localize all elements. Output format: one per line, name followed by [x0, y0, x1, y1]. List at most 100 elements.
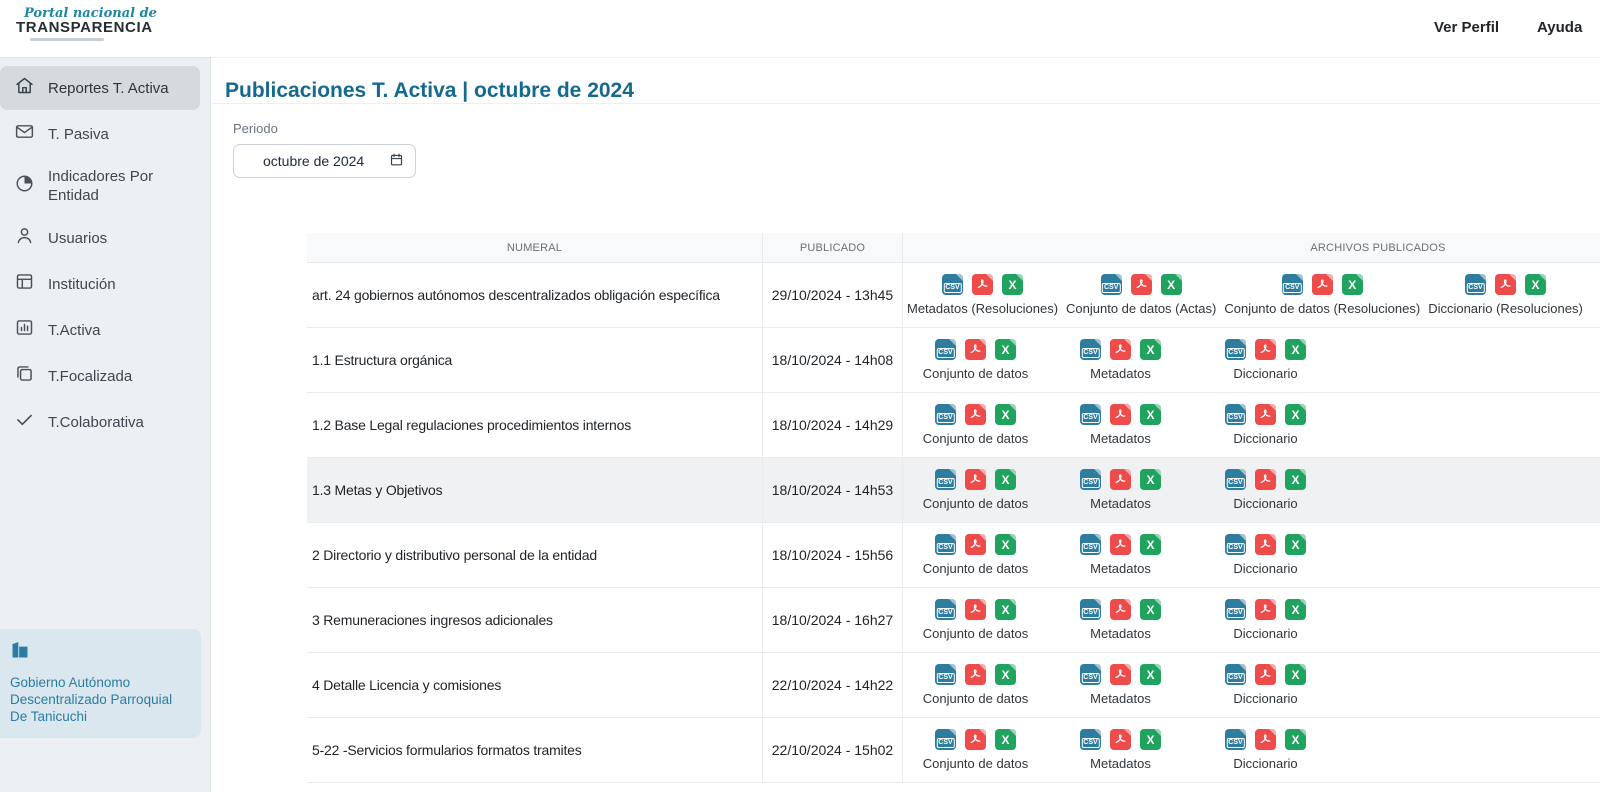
xls-file-icon[interactable]: X	[995, 339, 1016, 360]
csv-file-icon[interactable]: CSV	[1080, 404, 1101, 425]
pdf-file-icon[interactable]	[1255, 534, 1276, 555]
csv-file-icon[interactable]: CSV	[935, 469, 956, 490]
xls-file-icon[interactable]: X	[995, 729, 1016, 750]
ayuda-button[interactable]: Ayuda	[1537, 19, 1582, 36]
period-input[interactable]: octubre de 2024	[233, 144, 416, 178]
pdf-file-icon[interactable]	[1110, 664, 1131, 685]
calendar-icon[interactable]	[389, 152, 404, 170]
pdf-file-icon[interactable]	[1255, 339, 1276, 360]
pdf-file-icon[interactable]	[965, 664, 986, 685]
table-row: 1.1 Estructura orgánica18/10/2024 - 14h0…	[307, 328, 1600, 393]
csv-file-icon[interactable]: CSV	[1225, 664, 1246, 685]
xls-file-icon[interactable]: X	[995, 469, 1016, 490]
csv-file-icon[interactable]: CSV	[1080, 469, 1101, 490]
file-group: CSVXDiccionario	[1193, 404, 1338, 446]
xls-file-icon[interactable]: X	[995, 599, 1016, 620]
xls-file-icon[interactable]: X	[1285, 339, 1306, 360]
csv-file-icon[interactable]: CSV	[942, 274, 963, 295]
pdf-file-icon[interactable]	[1312, 274, 1333, 295]
xls-file-icon[interactable]: X	[1140, 729, 1161, 750]
sidebar-item-indicadores-por-entidad[interactable]: Indicadores Por Entidad	[0, 158, 200, 214]
csv-file-icon[interactable]: CSV	[935, 729, 956, 750]
csv-file-icon[interactable]: CSV	[1225, 534, 1246, 555]
sidebar-item-t-colaborativa[interactable]: T.Colaborativa	[0, 400, 200, 444]
pdf-file-icon[interactable]	[1255, 599, 1276, 620]
pdf-file-icon[interactable]	[965, 339, 986, 360]
csv-file-icon[interactable]: CSV	[935, 664, 956, 685]
xls-file-icon[interactable]: X	[995, 534, 1016, 555]
ver-perfil-button[interactable]: Ver Perfil	[1434, 19, 1499, 36]
pdf-file-icon[interactable]	[1110, 339, 1131, 360]
csv-file-icon[interactable]: CSV	[1225, 729, 1246, 750]
pdf-file-icon[interactable]	[965, 404, 986, 425]
logo-brand-text: TRANSPARENCIA	[16, 20, 157, 36]
sidebar-item-t-pasiva[interactable]: T. Pasiva	[0, 112, 200, 156]
pdf-file-icon[interactable]	[1255, 729, 1276, 750]
file-group: CSVXMetadatos	[1048, 664, 1193, 706]
xls-file-icon[interactable]: X	[1140, 664, 1161, 685]
file-group-label: Diccionario	[1233, 691, 1297, 706]
xls-file-icon[interactable]: X	[1161, 274, 1182, 295]
xls-file-icon[interactable]: X	[1342, 274, 1363, 295]
file-group: CSVXMetadatos	[1048, 404, 1193, 446]
csv-file-icon[interactable]: CSV	[1225, 339, 1246, 360]
csv-file-icon[interactable]: CSV	[935, 404, 956, 425]
csv-file-icon[interactable]: CSV	[1080, 534, 1101, 555]
pdf-file-icon[interactable]	[1495, 274, 1516, 295]
xls-file-icon[interactable]: X	[1140, 469, 1161, 490]
xls-file-icon[interactable]: X	[1285, 729, 1306, 750]
csv-file-icon[interactable]: CSV	[1080, 339, 1101, 360]
xls-file-icon[interactable]: X	[1285, 534, 1306, 555]
csv-file-icon[interactable]: CSV	[1101, 274, 1122, 295]
pdf-file-icon[interactable]	[1255, 404, 1276, 425]
sidebar-item-institucion[interactable]: Institución	[0, 262, 200, 306]
csv-file-icon[interactable]: CSV	[935, 599, 956, 620]
pdf-file-icon[interactable]	[1110, 534, 1131, 555]
xls-file-icon[interactable]: X	[1140, 599, 1161, 620]
table-row: 5-22 -Servicios formularios formatos tra…	[307, 718, 1600, 783]
pdf-file-icon[interactable]	[972, 274, 993, 295]
pdf-file-icon[interactable]	[1255, 469, 1276, 490]
pdf-file-icon[interactable]	[1110, 404, 1131, 425]
xls-file-icon[interactable]: X	[1285, 404, 1306, 425]
sidebar-item-usuarios[interactable]: Usuarios	[0, 216, 200, 260]
csv-file-icon[interactable]: CSV	[935, 339, 956, 360]
sidebar-item-t-focalizada[interactable]: T.Focalizada	[0, 354, 200, 398]
xls-file-icon[interactable]: X	[1140, 534, 1161, 555]
xls-file-icon[interactable]: X	[995, 404, 1016, 425]
sidebar-item-t-activa[interactable]: T.Activa	[0, 308, 200, 352]
csv-file-icon[interactable]: CSV	[1080, 664, 1101, 685]
pdf-file-icon[interactable]	[965, 469, 986, 490]
pdf-file-icon[interactable]	[965, 534, 986, 555]
csv-file-icon[interactable]: CSV	[1225, 599, 1246, 620]
app-logo[interactable]: Portal nacional de TRANSPARENCIA	[16, 7, 157, 41]
csv-file-icon[interactable]: CSV	[1225, 469, 1246, 490]
pdf-file-icon[interactable]	[1110, 469, 1131, 490]
sidebar-item-reportes-t-activa[interactable]: Reportes T. Activa	[0, 66, 200, 110]
xls-file-icon[interactable]: X	[995, 664, 1016, 685]
sidebar-item-label: Usuarios	[48, 229, 107, 248]
pdf-file-icon[interactable]	[1255, 664, 1276, 685]
title-divider	[212, 103, 1600, 104]
csv-file-icon[interactable]: CSV	[1225, 404, 1246, 425]
file-group: CSVXMetadatos	[1048, 339, 1193, 381]
xls-file-icon[interactable]: X	[1002, 274, 1023, 295]
xls-file-icon[interactable]: X	[1140, 339, 1161, 360]
csv-file-icon[interactable]: CSV	[1080, 599, 1101, 620]
csv-file-icon[interactable]: CSV	[1465, 274, 1486, 295]
csv-file-icon[interactable]: CSV	[935, 534, 956, 555]
numeral-cell: art. 24 gobiernos autónomos descentraliz…	[307, 263, 763, 327]
pdf-file-icon[interactable]	[1110, 729, 1131, 750]
pdf-file-icon[interactable]	[1131, 274, 1152, 295]
csv-file-icon[interactable]: CSV	[1282, 274, 1303, 295]
file-group-label: Metadatos (Resoluciones)	[907, 301, 1058, 316]
csv-file-icon[interactable]: CSV	[1080, 729, 1101, 750]
xls-file-icon[interactable]: X	[1285, 469, 1306, 490]
pdf-file-icon[interactable]	[1110, 599, 1131, 620]
xls-file-icon[interactable]: X	[1140, 404, 1161, 425]
pdf-file-icon[interactable]	[965, 599, 986, 620]
xls-file-icon[interactable]: X	[1525, 274, 1546, 295]
xls-file-icon[interactable]: X	[1285, 664, 1306, 685]
pdf-file-icon[interactable]	[965, 729, 986, 750]
xls-file-icon[interactable]: X	[1285, 599, 1306, 620]
